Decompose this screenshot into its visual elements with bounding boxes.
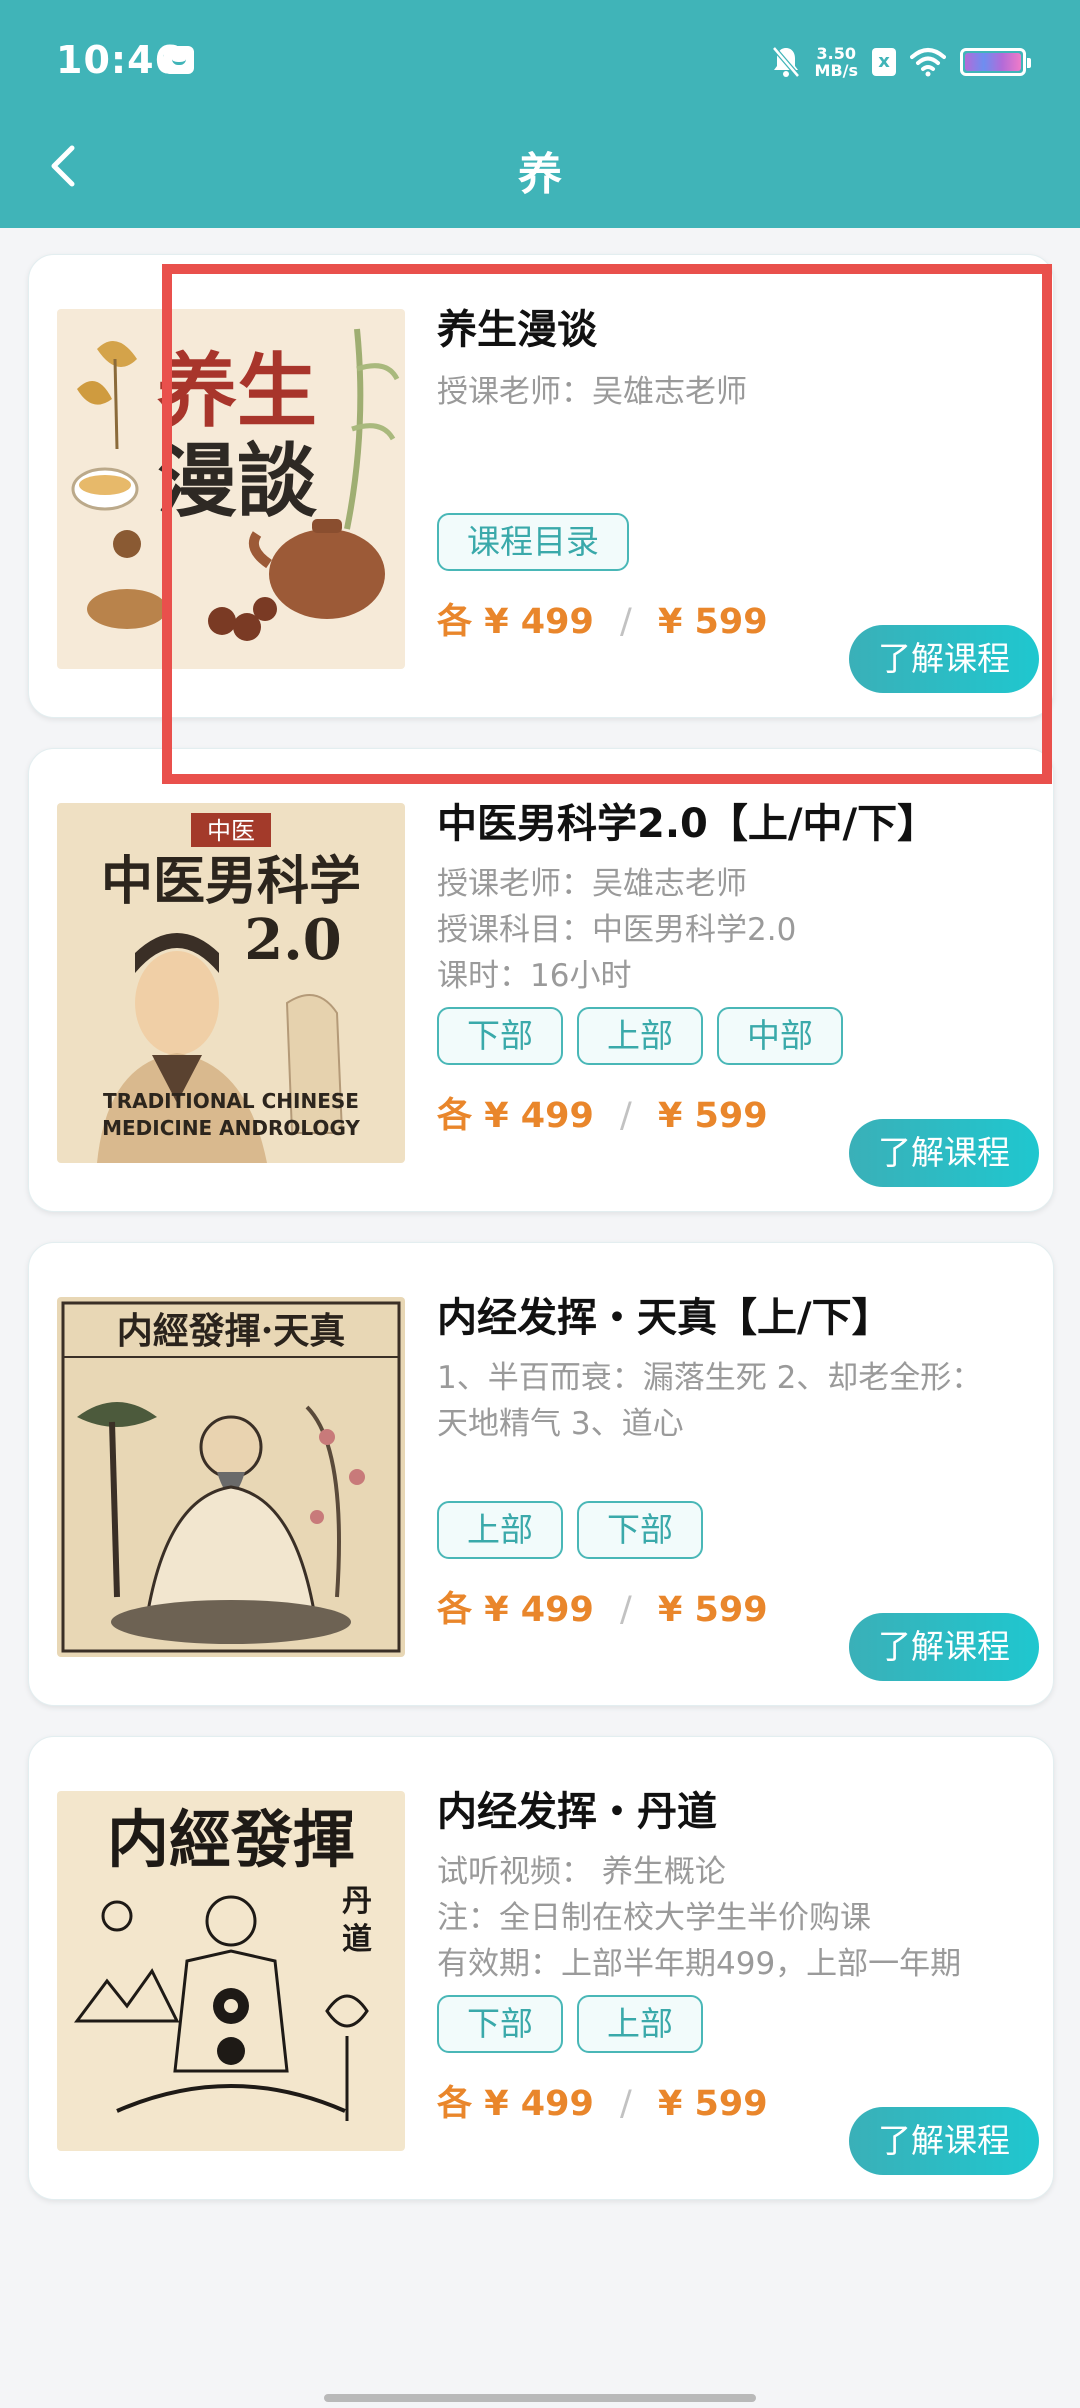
status-bar: 10:46 3.50 MB/s x xyxy=(0,0,1080,124)
notification-icon xyxy=(164,46,194,74)
course-tags: 下部 上部 xyxy=(437,1995,703,2053)
part-tag[interactable]: 上部 xyxy=(577,1995,703,2053)
battery-level xyxy=(965,53,1021,71)
cover-title-line-1: 中医男科学 xyxy=(101,851,361,912)
course-info: 有效期：上部半年期499，上部一年期 xyxy=(437,1946,962,1982)
bell-off-icon xyxy=(771,45,801,79)
wifi-icon xyxy=(910,47,946,77)
highlight-box xyxy=(162,264,1052,784)
price-a: ¥ 499 xyxy=(484,2084,594,2124)
cover-subtitle-2: 道 xyxy=(342,1922,372,1957)
course-card[interactable]: 内經發揮·天真 内经发挥・天真【上/下】 1、半百而衰：漏落生死 2、却老全形：… xyxy=(28,1242,1054,1706)
cover-subtitle-line-1: TRADITIONAL CHINESE xyxy=(103,1089,359,1113)
cover-subtitle-line-2: MEDICINE ANDROLOGY xyxy=(102,1116,360,1140)
course-title: 内经发挥・丹道 xyxy=(437,1789,717,1835)
price-b: ¥ 599 xyxy=(657,1590,768,1630)
cover-badge: 中医 xyxy=(207,817,255,845)
course-info: 注：全日制在校大学生半价购课 xyxy=(437,1900,871,1936)
part-tag[interactable]: 上部 xyxy=(437,1501,563,1559)
page-title: 养 xyxy=(518,149,562,200)
cover-title: 内經發揮 xyxy=(107,1803,355,1876)
price-separator: / xyxy=(620,1096,632,1136)
course-price: 各 ¥ 499 / ¥ 599 xyxy=(437,2075,768,2126)
learn-course-button[interactable]: 了解课程 xyxy=(849,1119,1039,1187)
price-separator: / xyxy=(620,2084,632,2124)
course-card[interactable]: 内經發揮 丹 道 内经发挥・丹道 试听视频： 养生概论 注：全日制在校大学生半价… xyxy=(28,1736,1054,2200)
course-cover-image: 内經發揮·天真 xyxy=(57,1297,405,1657)
price-prefix: 各 xyxy=(437,2084,473,2124)
network-speed: 3.50 MB/s xyxy=(814,44,858,80)
course-info: 授课科目：中医男科学2.0 xyxy=(437,912,797,948)
course-info: 课时：16小时 xyxy=(437,958,632,994)
battery-icon xyxy=(960,48,1031,76)
course-info: 1、半百而衰：漏落生死 2、却老全形： xyxy=(437,1360,983,1396)
status-icons: 3.50 MB/s x xyxy=(771,40,1031,84)
price-a: ¥ 499 xyxy=(484,1590,594,1630)
price-prefix: 各 xyxy=(437,1096,473,1136)
course-title: 内经发挥・天真【上/下】 xyxy=(437,1295,892,1341)
part-tag[interactable]: 下部 xyxy=(437,1995,563,2053)
course-title: 中医男科学2.0【上/中/下】 xyxy=(437,801,938,847)
course-price: 各 ¥ 499 / ¥ 599 xyxy=(437,1087,768,1138)
course-cover-image: 中医 中医男科学 2.0 TRADITIONAL CHINESE MEDICIN… xyxy=(57,803,405,1163)
price-separator: / xyxy=(620,1590,632,1630)
home-indicator[interactable] xyxy=(324,2394,756,2402)
learn-course-button[interactable]: 了解课程 xyxy=(849,2107,1039,2175)
course-info: 天地精气 3、道心 xyxy=(437,1406,684,1442)
cover-title-line-2: 2.0 xyxy=(244,907,341,973)
course-info: 试听视频： 养生概论 xyxy=(437,1854,726,1890)
course-tags: 下部 上部 中部 xyxy=(437,1007,843,1065)
price-prefix: 各 xyxy=(437,1590,473,1630)
course-tags: 上部 下部 xyxy=(437,1501,703,1559)
learn-course-button[interactable]: 了解课程 xyxy=(849,1613,1039,1681)
price-b: ¥ 599 xyxy=(657,1096,768,1136)
part-tag[interactable]: 中部 xyxy=(717,1007,843,1065)
course-price: 各 ¥ 499 / ¥ 599 xyxy=(437,1581,768,1632)
course-cover-image: 内經發揮 丹 道 xyxy=(57,1791,405,2151)
part-tag[interactable]: 下部 xyxy=(437,1007,563,1065)
cover-title: 内經發揮·天真 xyxy=(117,1310,346,1352)
app-header: 10:46 3.50 MB/s x 养 xyxy=(0,0,1080,228)
course-info: 授课老师：吴雄志老师 xyxy=(437,866,747,902)
sim-icon: x xyxy=(872,48,896,76)
price-b: ¥ 599 xyxy=(657,2084,768,2124)
course-card[interactable]: 中医 中医男科学 2.0 TRADITIONAL CHINESE MEDICIN… xyxy=(28,748,1054,1212)
part-tag[interactable]: 下部 xyxy=(577,1501,703,1559)
price-a: ¥ 499 xyxy=(484,1096,594,1136)
part-tag[interactable]: 上部 xyxy=(577,1007,703,1065)
cover-subtitle-1: 丹 xyxy=(342,1884,372,1919)
